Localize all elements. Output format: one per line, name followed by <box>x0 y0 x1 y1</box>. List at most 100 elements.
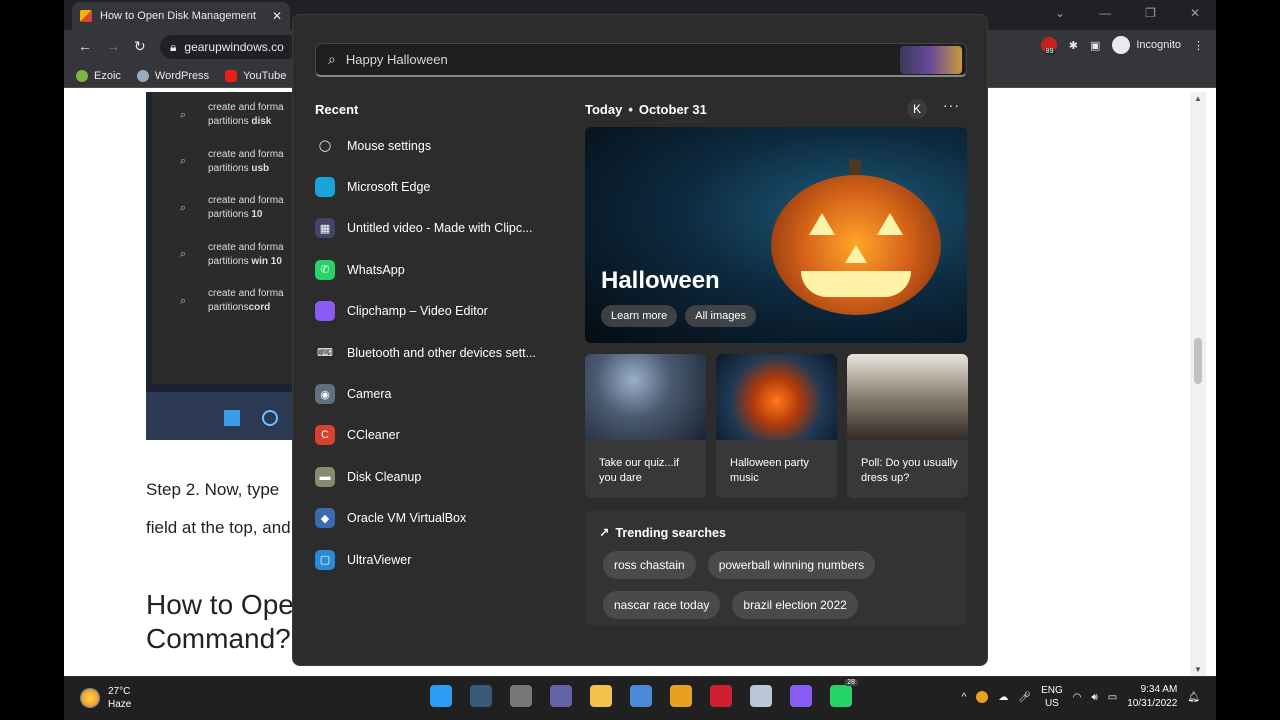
incognito-icon <box>1112 36 1131 54</box>
bookmark-wordpress[interactable]: WordPress <box>136 69 209 82</box>
search-box[interactable]: ⌕ Happy Halloween <box>315 43 967 77</box>
whatsapp-taskbar-icon[interactable]: 28 <box>830 679 858 707</box>
address-bar[interactable]: 🔒︎ gearupwindows.co <box>160 35 300 59</box>
recent-item[interactable]: ✆ WhatsApp <box>315 249 565 290</box>
search-icon: ⌕ <box>180 108 187 121</box>
recent-item[interactable]: Microsoft Edge <box>315 166 565 207</box>
side-panel-icon[interactable]: ▣ <box>1090 39 1100 52</box>
tab-search-icon[interactable]: ⌄ <box>1055 6 1065 20</box>
card-caption: Take our quiz...if you dare <box>599 457 680 484</box>
quiz-card[interactable]: Take our quiz...if you dare <box>585 354 706 498</box>
search-input[interactable]: Happy Halloween <box>346 52 448 67</box>
scroll-down-icon[interactable]: ▼ <box>1194 665 1202 674</box>
tray-chrome-icon[interactable] <box>976 691 989 703</box>
halloween-hero-card[interactable]: Halloween Learn more All images <box>585 127 967 343</box>
card-caption: Halloween party music <box>730 457 809 484</box>
lock-icon: 🔒︎ <box>170 39 177 54</box>
store-icon[interactable] <box>630 685 652 707</box>
clock[interactable]: 9:34 AM 10/31/2022 <box>1127 683 1177 711</box>
all-images-button[interactable]: All images <box>685 305 757 327</box>
huawei-icon[interactable] <box>710 685 732 707</box>
trending-chip[interactable]: ross chastain <box>603 551 696 579</box>
tab-close-icon[interactable]: ✕ <box>272 9 282 23</box>
heading-line2: Command? <box>146 623 291 654</box>
recent-heading: Recent <box>315 102 359 117</box>
extension-badge-icon[interactable]: 89 <box>1040 37 1057 55</box>
poll-card[interactable]: Poll: Do you usually dress up? <box>847 354 968 498</box>
back-icon[interactable]: ← <box>78 38 92 54</box>
reload-icon[interactable]: ↻ <box>134 38 146 55</box>
row-bold: win 10 <box>251 255 282 267</box>
recent-item[interactable]: C CCleaner <box>315 415 565 456</box>
row-bold: cord <box>248 302 271 314</box>
weather-temp: 27°C <box>108 686 131 697</box>
recent-item[interactable]: ◉ Camera <box>315 373 565 414</box>
scroll-up-icon[interactable]: ▲ <box>1194 94 1202 103</box>
trending-chip[interactable]: brazil election 2022 <box>732 591 858 619</box>
notepad-icon[interactable] <box>750 685 772 707</box>
search-icon: ⌕ <box>180 201 187 214</box>
forward-icon[interactable]: → <box>106 38 120 54</box>
weather-desc: Haze <box>108 699 132 710</box>
file-explorer-icon[interactable] <box>590 685 612 707</box>
recent-item[interactable]: Clipchamp – Video Editor <box>315 291 565 332</box>
task-view-icon[interactable] <box>510 685 532 707</box>
trending-chip[interactable]: powerball winning numbers <box>707 551 876 579</box>
bookmark-ezoic[interactable]: Ezoic <box>76 69 121 82</box>
battery-icon[interactable]: ▭ <box>1108 692 1117 703</box>
recent-item[interactable]: ▬ Disk Cleanup <box>315 456 565 497</box>
clipchamp-taskbar-icon[interactable] <box>790 685 812 707</box>
witch-image <box>585 354 706 440</box>
windows-start-icon[interactable] <box>430 685 452 707</box>
row-line2: partitions <box>208 162 252 174</box>
ezoic-icon <box>76 69 88 82</box>
party-music-card[interactable]: Halloween party music <box>716 354 837 498</box>
recent-item[interactable]: ⌨ Bluetooth and other devices sett... <box>315 332 565 373</box>
weather-widget[interactable]: 27°C Haze <box>80 685 131 711</box>
whatsapp-badge-count: 28 <box>844 679 858 686</box>
onedrive-icon[interactable]: ☁ <box>998 692 1008 703</box>
recent-item[interactable]: ◆ Oracle VM VirtualBox <box>315 498 565 539</box>
ccleaner-icon: C <box>315 425 335 446</box>
minimize-icon[interactable]: — <box>1099 6 1111 20</box>
list-item: ⌕ create and forma partitions 10 <box>152 185 296 232</box>
tab-title: How to Open Disk Management <box>100 10 256 22</box>
recent-item[interactable]: ◯ Mouse settings <box>315 125 565 166</box>
language-indicator[interactable]: ENG US <box>1041 684 1063 710</box>
incognito-indicator[interactable]: Incognito <box>1112 36 1181 54</box>
browser-tab-active[interactable]: How to Open Disk Management ✕ <box>72 2 290 30</box>
trending-searches: ↗ Trending searches ross chastain powerb… <box>585 511 967 625</box>
favicon-icon <box>80 10 92 22</box>
microphone-icon[interactable]: 🎤︎ <box>1018 692 1031 703</box>
article-screenshot: ⌕ create and forma partitions disk ⌕ create… <box>146 92 296 440</box>
search-icon[interactable] <box>470 685 492 707</box>
recent-item[interactable]: ▦ Untitled video - Made with Clipc... <box>315 208 565 249</box>
chrome-icon[interactable] <box>670 685 692 707</box>
more-options-icon[interactable]: ··· <box>943 97 960 113</box>
costume-people-image <box>847 354 968 440</box>
teams-chat-icon[interactable] <box>550 685 572 707</box>
row-bold: usb <box>251 162 270 174</box>
restore-icon[interactable]: ❐ <box>1145 6 1156 20</box>
notifications-icon[interactable]: 🔔︎ <box>1187 692 1200 703</box>
toolbar-right: 89 ✱ ▣ Incognito ⋮ <box>1040 36 1204 55</box>
recent-item[interactable]: ▢ UltraViewer <box>315 539 565 580</box>
search-highlight-art-icon[interactable] <box>900 46 962 74</box>
extension-badge-count: 89 <box>1044 48 1055 55</box>
learn-more-button[interactable]: Learn more <box>601 305 678 327</box>
page-scrollbar[interactable]: ▲ ▼ <box>1190 92 1206 676</box>
bookmark-youtube[interactable]: YouTube <box>225 69 286 82</box>
row-line1: create and forma <box>208 241 284 253</box>
close-window-icon[interactable]: ✕ <box>1190 6 1200 20</box>
tray-overflow-icon[interactable]: ^ <box>962 692 967 703</box>
row-line1: create and forma <box>208 288 284 300</box>
window-controls: ⌄ — ❐ ✕ <box>1055 6 1200 20</box>
chrome-menu-icon[interactable]: ⋮ <box>1193 39 1204 52</box>
account-avatar[interactable]: K <box>907 99 927 119</box>
whatsapp-icon: ✆ <box>315 259 335 280</box>
trending-chip[interactable]: nascar race today <box>603 591 721 619</box>
volume-icon[interactable]: 🔊︎ <box>1091 692 1097 703</box>
wifi-icon[interactable]: ◠ <box>1073 692 1082 703</box>
extensions-puzzle-icon[interactable]: ✱ <box>1069 39 1078 52</box>
scroll-thumb[interactable] <box>1194 338 1202 384</box>
